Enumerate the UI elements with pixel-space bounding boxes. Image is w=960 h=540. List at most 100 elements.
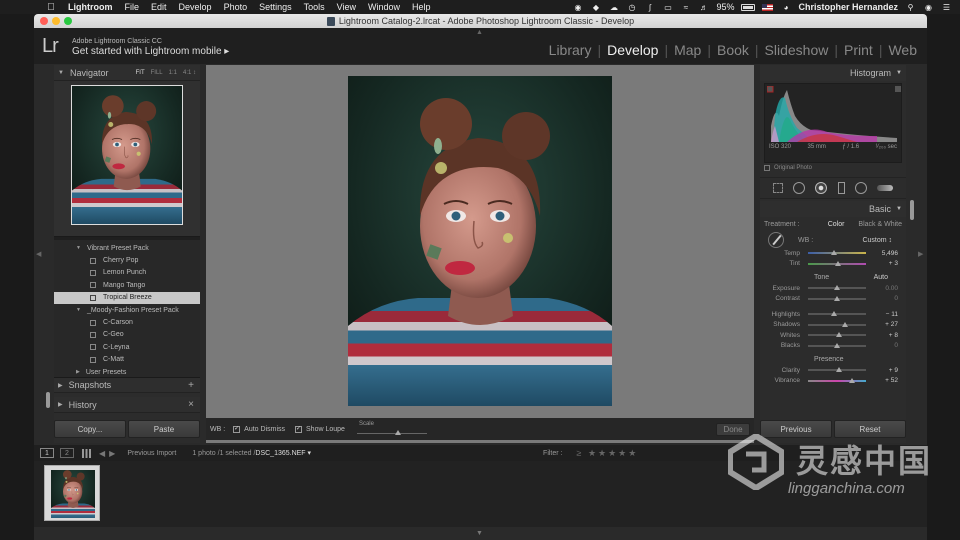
slider-tint[interactable]: Tint + 3 [764,259,902,270]
slider-thumb[interactable] [836,367,843,373]
slider-value[interactable]: 0 [876,295,902,302]
slider-thumb[interactable] [849,377,856,383]
slider-highlights[interactable]: Highlights − 11 [764,309,902,320]
wb-preset-select[interactable]: Custom ↕ [862,237,892,244]
slider-thumb[interactable] [834,285,840,291]
battery-icon[interactable] [741,3,756,11]
preset-folder[interactable]: ▼ _Moody-Fashion Preset Pack [54,304,200,316]
menu-edit[interactable]: Edit [151,2,167,12]
menu-tools[interactable]: Tools [304,2,325,12]
zoom-1-1[interactable]: 1:1 [169,70,177,76]
auto-dismiss-checkbox[interactable]: ✓ Auto Dismiss [233,425,285,433]
grid-icon[interactable] [82,448,91,458]
graduated-filter-icon[interactable] [837,182,845,194]
clear-history-button[interactable]: × [188,399,194,410]
filmstrip-thumbnail[interactable] [44,465,100,521]
main-screen-button[interactable]: 1 [40,448,54,458]
preset-folder[interactable]: ▼ Vibrant Preset Pack [54,242,200,254]
forward-arrow-icon[interactable]: ▶ [109,449,115,458]
history-header[interactable]: ▶ History × [54,397,200,413]
creative-cloud-icon[interactable]: ◕ [780,2,791,12]
module-book[interactable]: Book [713,42,753,58]
notification-icon[interactable]: ☰ [941,2,952,12]
menu-settings[interactable]: Settings [259,2,292,12]
tone-auto-button[interactable]: Auto [874,274,888,281]
slider-track[interactable] [808,377,866,383]
bottom-panel-toggle-icon[interactable]: ▼ [476,530,483,537]
slider-thumb[interactable] [834,295,840,301]
slider-track[interactable] [808,260,866,266]
module-web[interactable]: Web [884,42,921,58]
radial-filter-icon[interactable] [854,182,867,194]
back-arrow-icon[interactable]: ◀ [99,449,105,458]
slider-contrast[interactable]: Contrast 0 [764,294,902,305]
treatment-black-white[interactable]: Black & White [858,221,902,228]
rating-filter[interactable]: ≥ ★★★★★ [577,448,639,459]
volume-icon[interactable]: ♬ [698,2,709,12]
cloud-icon[interactable]: ☁ [608,2,619,12]
slider-track[interactable] [808,342,866,348]
show-loupe-checkbox[interactable]: ✓ Show Loupe [295,425,345,433]
brush-icon[interactable] [876,185,893,191]
zoom-window-button[interactable] [64,17,72,25]
scale-thumb[interactable] [395,430,402,435]
preset-item[interactable]: Tropical Breeze [54,291,200,304]
user-name[interactable]: Christopher Hernandez [798,2,898,12]
slider-thumb[interactable] [834,342,840,348]
slider-thumb[interactable] [831,311,838,317]
slider-track[interactable] [808,295,866,301]
slider-value[interactable]: + 27 [876,321,902,328]
preset-item[interactable]: Lemon Punch [54,267,200,279]
red-eye-icon[interactable] [815,182,828,194]
main-photo[interactable] [348,76,612,406]
right-panel-toggle-icon[interactable]: ▶ [918,250,923,258]
module-map[interactable]: Map [670,42,705,58]
dropbox-icon[interactable]: ◆ [590,2,601,12]
record-icon[interactable]: ◉ [572,2,583,12]
zoom-fill[interactable]: FILL [151,70,163,76]
crop-icon[interactable] [773,183,784,193]
right-panel-scrollbar[interactable] [910,200,914,220]
preset-item[interactable]: C-Matt [54,354,200,366]
minimize-window-button[interactable] [52,17,60,25]
slider-thumb[interactable] [836,332,843,338]
top-panel-toggle-icon[interactable]: ▲ [476,29,483,36]
flag-icon[interactable] [762,3,774,11]
menu-app[interactable]: Lightroom [68,2,113,12]
close-window-button[interactable] [40,17,48,25]
preset-item[interactable]: C-Geo [54,329,200,341]
slider-value[interactable]: 0 [876,342,902,349]
slider-exposure[interactable]: Exposure 0.00 [764,283,902,294]
histogram-chart[interactable]: ISO 320 35 mm ƒ / 1.6 ¹⁄₂₀₀ sec [764,83,902,163]
slider-track[interactable] [808,311,866,317]
navigator-header[interactable]: ▼ Navigator FIT FILL 1:1 4:1 ↕ [54,65,200,81]
slider-clarity[interactable]: Clarity + 9 [764,365,902,376]
slider-value[interactable]: + 3 [876,260,902,267]
original-photo-toggle[interactable]: Original Photo [760,163,906,173]
zoom-fit[interactable]: FIT [136,70,145,76]
slider-track[interactable] [808,285,866,291]
scale-slider[interactable]: Scale [356,419,427,439]
menu-window[interactable]: Window [368,2,400,12]
apple-icon[interactable]:  [44,2,58,13]
slider-track[interactable] [808,367,866,373]
bluetooth-icon[interactable]: ∫ [644,2,655,12]
slider-value[interactable]: 5,496 [876,250,902,257]
second-screen-button[interactable]: 2 [60,448,74,458]
menu-develop[interactable]: Develop [179,2,212,12]
slider-vibrance[interactable]: Vibrance + 52 [764,376,902,387]
source-label[interactable]: Previous Import [127,450,176,457]
preset-item[interactable]: Cherry Pop [54,254,200,266]
wifi-icon[interactable]: ≈ [680,2,691,12]
preset-item[interactable]: Mango Tango [54,279,200,291]
timemachine-icon[interactable]: ◷ [626,2,637,12]
histogram-header[interactable]: Histogram ▼ [760,65,906,81]
basic-header[interactable]: Basic ▼ [760,201,906,217]
slider-shadows[interactable]: Shadows + 27 [764,320,902,331]
menu-photo[interactable]: Photo [224,2,248,12]
slider-temp[interactable]: Temp 5,496 [764,248,902,259]
copy-button[interactable]: Copy... [54,420,126,438]
module-develop[interactable]: Develop [603,42,662,58]
loupe-view[interactable] [206,65,754,443]
treatment-color[interactable]: Color [828,221,845,228]
